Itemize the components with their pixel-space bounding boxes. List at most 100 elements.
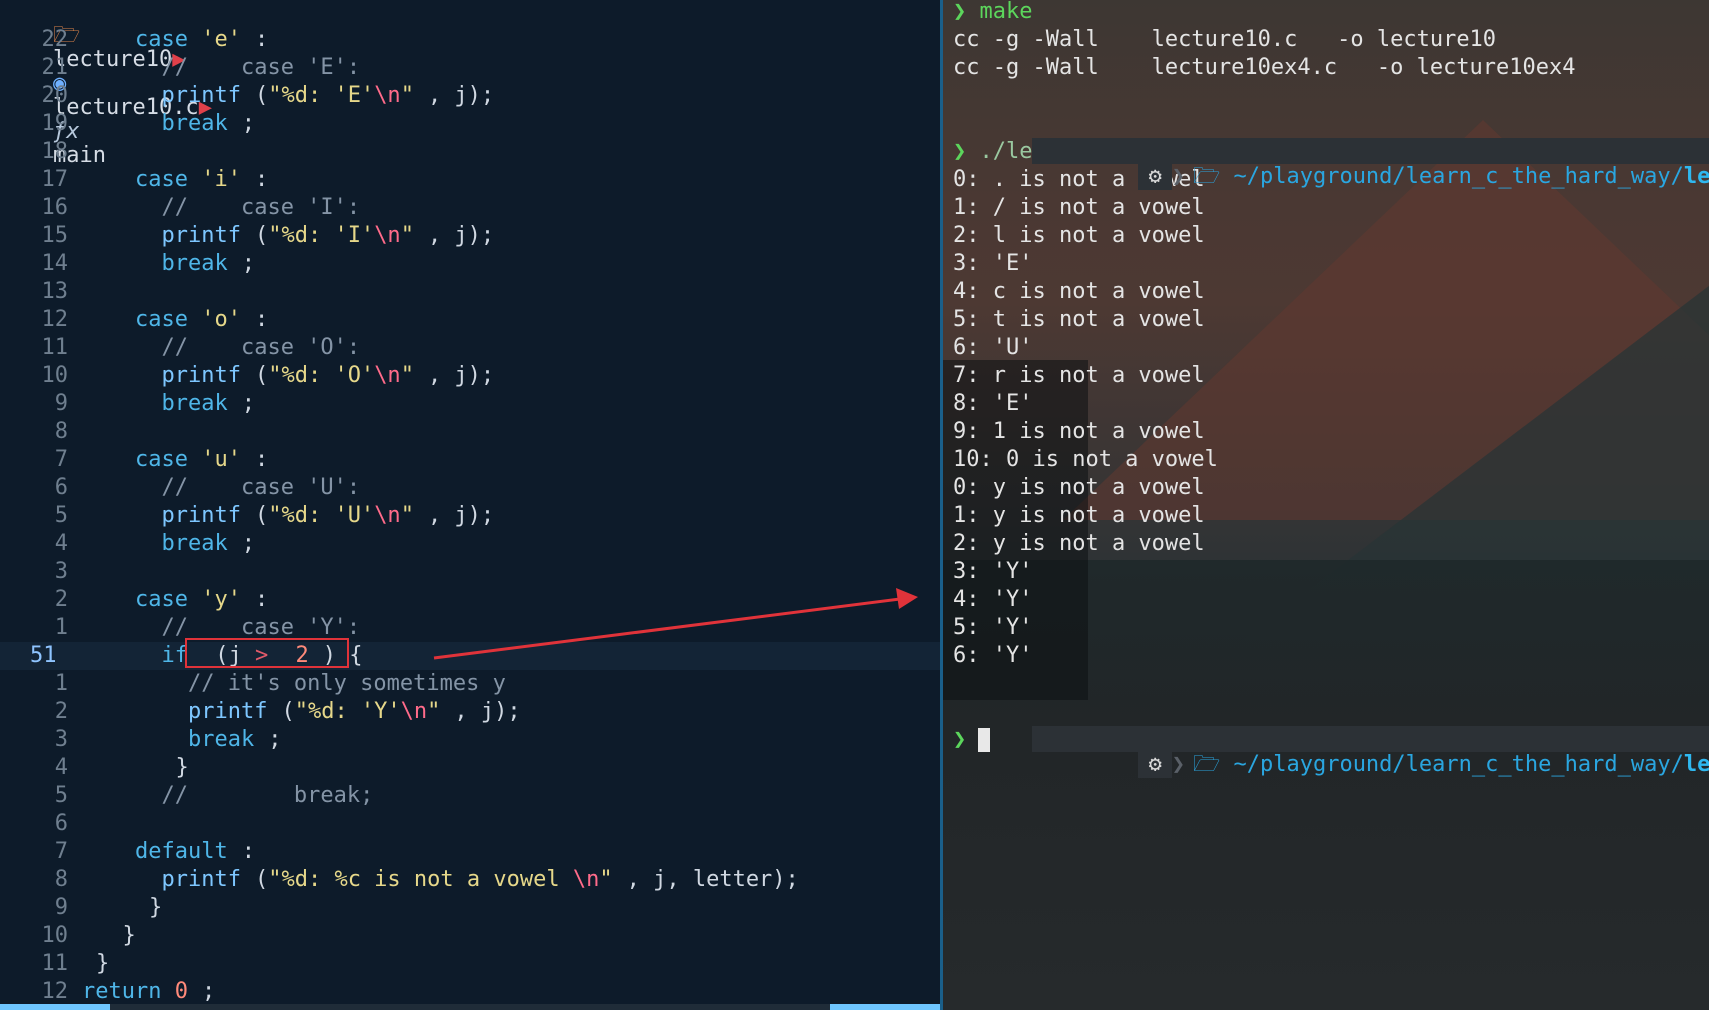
code-text: break; [68,727,281,752]
code-line[interactable]: 18 [0,138,940,166]
line-number: 6 [54,811,68,836]
code-line[interactable]: 6 [0,810,940,838]
line-number: 13 [41,279,69,304]
code-line[interactable]: 4 break; [0,530,940,558]
code-line[interactable]: 2 printf ("%d: 'Y'\n" , j); [0,698,940,726]
code-text: printf ("%d: 'I'\n" , j); [68,223,494,248]
scrollbar-thumb[interactable] [0,1004,110,1010]
terminal-pane[interactable]: ❯ make cc -g -Wall lecture10.c -o lectur… [943,0,1709,1010]
code-line[interactable]: 10 } [0,922,940,950]
line-number: 12 [41,307,69,332]
code-line[interactable]: 10 printf ("%d: 'O'\n" , j); [0,362,940,390]
code-token: : [254,307,269,332]
code-text: break; [68,111,254,136]
code-line[interactable]: 7 case 'u': [0,446,940,474]
code-lines[interactable]: 22 case 'e':21 // case 'E': 20 printf ("%d… [0,26,940,1006]
code-token: " [400,503,414,528]
editor-scrollbar[interactable] [0,1004,940,1010]
code-line[interactable]: 8 printf ("%d: %c is not a vowel \n" , j, … [0,866,940,894]
code-text: } [68,951,109,976]
code-token: case [134,307,202,332]
code-line[interactable]: 11 // case 'O': [0,334,940,362]
code-line[interactable]: 22 case 'e': [0,26,940,54]
code-line[interactable]: 21 // case 'E': [0,54,940,82]
code-token: : [254,167,269,192]
code-line[interactable]: 19 break; [0,110,940,138]
code-token: // case 'Y': [161,615,361,640]
code-line[interactable]: 5 printf ("%d: 'U'\n" , j); [0,502,940,530]
code-token: \n [400,699,428,724]
code-token: 'y' [201,587,241,612]
line-number: 10 [41,923,69,948]
code-token: case [134,587,202,612]
terminal-output[interactable]: ❯ make cc -g -Wall lecture10.c -o lectur… [953,0,1709,778]
code-token: return [82,979,175,1004]
code-editor[interactable]: 🗁 lecture10▶ ◉ lecture10.c▶ ƒx main 22 c… [0,0,940,1010]
code-token: , j); [427,503,495,528]
code-token: \n [374,223,401,248]
code-line[interactable]: 9 } [0,894,940,922]
line-number: 15 [41,223,69,248]
scrollbar-thumb[interactable] [830,1004,940,1010]
code-token: default [134,839,228,864]
code-token: \n [374,83,401,108]
code-token: printf [161,223,241,248]
code-line[interactable]: 12 case 'o': [0,306,940,334]
code-text: // case 'O': [68,335,360,360]
code-line[interactable]: 20 printf ("%d: 'E'\n" , j); [0,82,940,110]
code-line[interactable]: 7 default: [0,838,940,866]
code-line[interactable]: 1 // it's only sometimes y [0,670,940,698]
code-text: // break; [68,783,373,808]
line-number: 22 [41,27,69,52]
line-number: 8 [54,419,68,444]
code-line[interactable]: 12 return 0; [0,978,940,1006]
prompt-path-dir: lecture10 [1683,752,1709,777]
code-line[interactable]: 4 } [0,754,940,782]
program-output-line: 3: 'E' [953,251,1033,276]
code-token: // case 'E': [161,55,361,80]
program-output-line: 10: 0 is not a vowel [953,447,1218,472]
settings-icon: ⚙ [1138,752,1172,778]
code-line[interactable]: 1 // case 'Y': [0,614,940,642]
code-line[interactable]: 15 printf ("%d: 'I'\n" , j); [0,222,940,250]
code-text: printf ("%d: 'Y'\n" , j); [68,699,521,724]
code-line[interactable]: 14 break; [0,250,940,278]
program-output-line: 4: 'Y' [953,587,1033,612]
code-token: " [400,363,414,388]
code-line[interactable]: 11} [0,950,940,978]
code-line[interactable]: 17 case 'i': [0,166,940,194]
code-text: // it's only sometimes y [68,671,506,696]
prompt-path-prefix: ~/playground/learn_c_the_hard_way/ [1233,164,1684,189]
code-token: break [161,391,228,416]
code-line[interactable]: 13 [0,278,940,306]
code-text: break; [68,391,254,416]
code-line[interactable]: 8 [0,418,940,446]
code-line[interactable]: 3 break; [0,726,940,754]
code-line[interactable]: 9 break; [0,390,940,418]
code-token: break [161,111,228,136]
code-line[interactable]: 2 case 'y': [0,586,940,614]
code-line[interactable]: 5 // break; [0,782,940,810]
code-token: ; [268,727,282,752]
code-line-current[interactable]: 51 if (j > 2) { [0,642,940,670]
code-token: ( [254,363,269,388]
code-token: ( [254,503,269,528]
code-token: ; [241,531,255,556]
program-output-line: 3: 'Y' [953,559,1033,584]
code-line[interactable]: 16 // case 'I': [0,194,940,222]
program-output-line: 2: y is not a vowel [953,531,1205,556]
code-token: " [427,699,441,724]
code-token: case [134,167,202,192]
terminal-command-line: ❯ make [953,0,1703,26]
code-token: } [96,951,110,976]
code-line[interactable]: 6 // case 'U': [0,474,940,502]
code-line[interactable]: 3 [0,558,940,586]
